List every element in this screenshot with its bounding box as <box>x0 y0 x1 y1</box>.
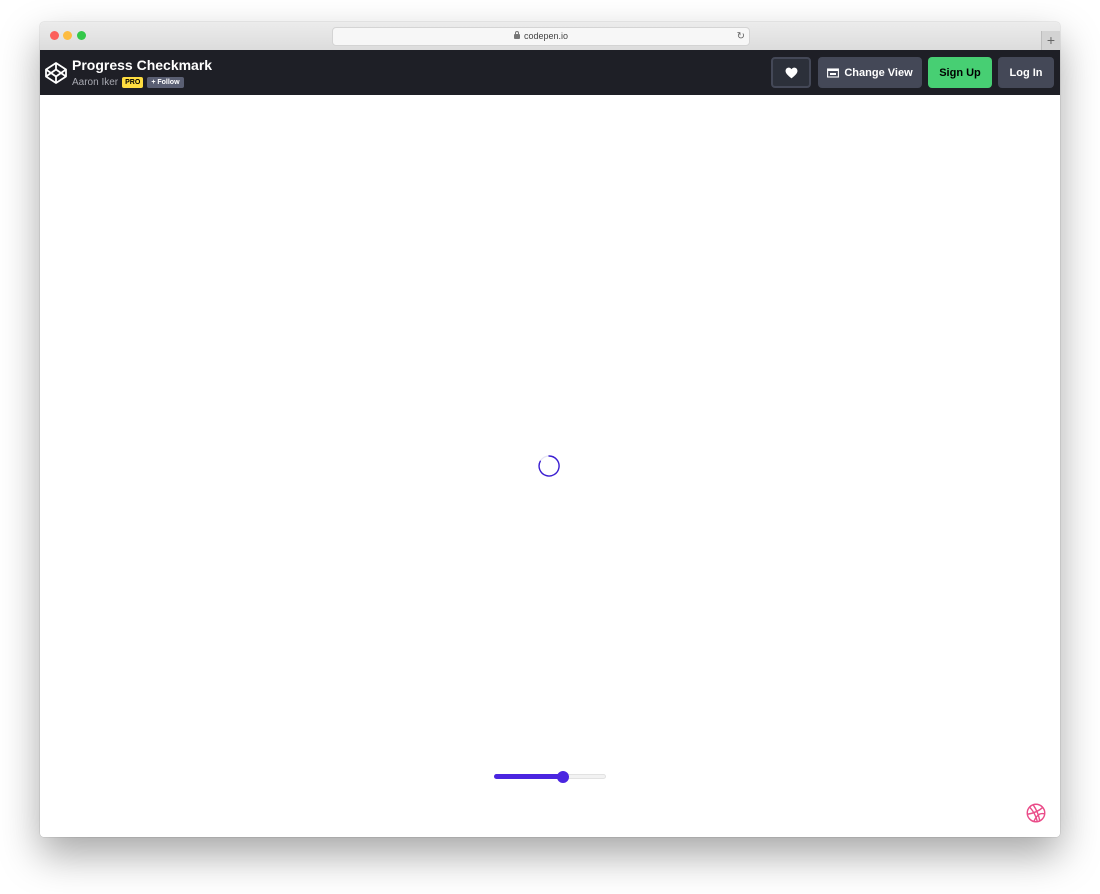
pen-title: Progress Checkmark <box>72 57 213 73</box>
lock-icon <box>513 31 520 39</box>
log-in-button[interactable]: Log In <box>998 57 1054 88</box>
new-tab-button[interactable]: + <box>1041 31 1060 50</box>
browser-titlebar: codepen.io ↻ + <box>40 22 1060 51</box>
codepen-header: Progress Checkmark Aaron Iker PRO + Foll… <box>40 50 1060 95</box>
heart-button[interactable] <box>771 57 811 88</box>
follow-button[interactable]: + Follow <box>147 76 184 88</box>
progress-spinner-icon <box>538 455 560 477</box>
change-view-button[interactable]: Change View <box>818 57 922 88</box>
codepen-logo-icon[interactable] <box>44 61 68 85</box>
close-window-button[interactable] <box>50 31 59 40</box>
author-row: Aaron Iker PRO + Follow <box>72 76 184 88</box>
address-bar-url: codepen.io <box>523 31 569 41</box>
browser-window: codepen.io ↻ + Progress Checkmark Aaron … <box>40 22 1060 837</box>
slider-fill <box>494 774 563 779</box>
slider-thumb[interactable] <box>557 771 569 783</box>
author-link[interactable]: Aaron Iker <box>72 77 118 88</box>
zoom-window-button[interactable] <box>77 31 86 40</box>
dribbble-icon[interactable] <box>1026 803 1046 823</box>
change-view-label: Change View <box>844 66 913 79</box>
address-bar[interactable]: codepen.io ↻ <box>332 27 750 46</box>
progress-slider[interactable] <box>494 771 606 783</box>
layout-icon <box>827 67 840 78</box>
sign-up-button[interactable]: Sign Up <box>928 57 992 88</box>
pro-badge[interactable]: PRO <box>122 76 144 88</box>
minimize-window-button[interactable] <box>63 31 72 40</box>
heart-icon <box>785 67 797 78</box>
reload-icon[interactable]: ↻ <box>737 28 745 45</box>
pen-preview <box>40 95 1060 837</box>
